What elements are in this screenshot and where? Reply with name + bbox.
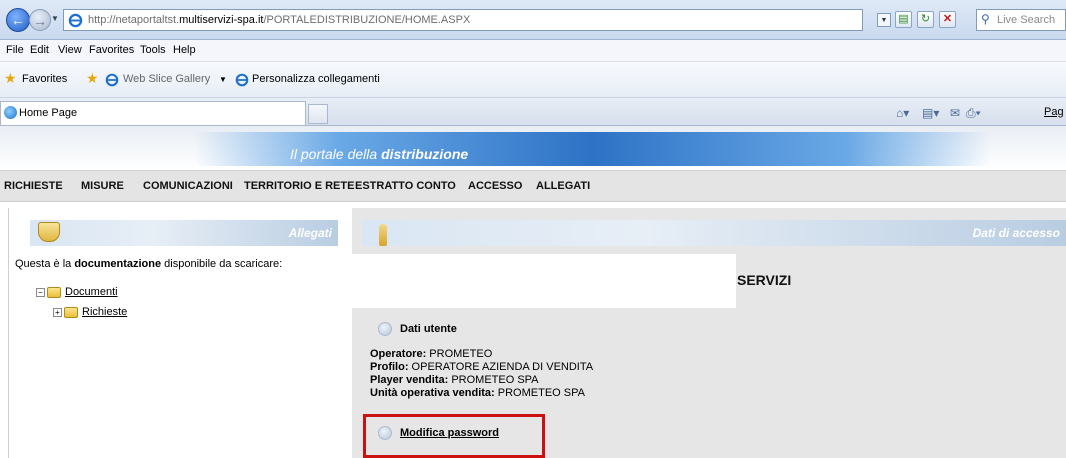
- portal-banner: Il portale della distribuzione: [0, 126, 1066, 170]
- expand-icon[interactable]: +: [53, 307, 62, 317]
- field-unita-operativa: Unità operativa vendita: PROMETEO SPA: [370, 387, 585, 399]
- main-navigation: RICHIESTE MISURE COMUNICAZIONI TERRITORI…: [0, 170, 1066, 202]
- menu-favorites[interactable]: Favorites: [89, 44, 134, 56]
- nav-comunicazioni[interactable]: COMUNICAZIONI: [143, 180, 233, 192]
- stop-icon[interactable]: ✕: [939, 11, 956, 28]
- print-icon[interactable]: ⎙▾: [966, 106, 981, 121]
- web-slice-dropdown-icon[interactable]: ▼: [219, 75, 227, 84]
- tab-title: Home Page: [19, 107, 78, 119]
- ie-page-icon: [68, 13, 83, 28]
- personalize-ie-icon: [235, 73, 249, 87]
- tree-item-documenti[interactable]: − Documenti: [36, 286, 118, 298]
- folder-icon: [47, 286, 61, 298]
- menu-edit[interactable]: Edit: [30, 44, 49, 56]
- menu-help[interactable]: Help: [173, 44, 196, 56]
- web-slice-ie-icon: [105, 73, 119, 87]
- globe-icon: [4, 106, 17, 119]
- page-menu[interactable]: Pag: [1044, 106, 1064, 118]
- user-data-section: Dati utente: [378, 322, 457, 336]
- attachments-header: Allegati: [30, 220, 338, 246]
- nav-misure[interactable]: MISURE: [81, 180, 124, 192]
- home-icon[interactable]: ⌂▾: [896, 106, 909, 120]
- mail-icon[interactable]: ✉: [950, 106, 960, 120]
- url-text: http://netaportaltst.multiservizi-spa.it…: [88, 14, 471, 26]
- favorites-button[interactable]: Favorites: [22, 73, 67, 85]
- tree-item-richieste[interactable]: + Richieste: [53, 306, 127, 318]
- new-tab-button[interactable]: [308, 104, 328, 124]
- personalize-links[interactable]: Personalizza collegamenti: [252, 73, 380, 85]
- nav-estratto-conto[interactable]: ESTRATTO CONTO: [355, 180, 456, 192]
- nav-allegati[interactable]: ALLEGATI: [536, 180, 590, 192]
- access-data-header: Dati di accesso: [362, 220, 1066, 246]
- access-data-title: Dati di accesso: [972, 226, 1060, 240]
- search-placeholder: Live Search: [997, 14, 1056, 26]
- tab-home-page[interactable]: Home Page: [0, 101, 306, 125]
- menu-bar: File Edit View Favorites Tools Help: [0, 40, 1066, 62]
- menu-file[interactable]: File: [6, 44, 24, 56]
- favorites-bar: ★ Favorites ★ Web Slice Gallery ▼ Person…: [0, 62, 1066, 98]
- folder-icon: [64, 306, 78, 318]
- forward-arrow-icon[interactable]: →: [29, 9, 51, 31]
- attachments-title: Allegati: [288, 226, 332, 240]
- field-player-vendita: Player vendita: PROMETEO SPA: [370, 374, 539, 386]
- menu-view[interactable]: View: [58, 44, 82, 56]
- portal-title: Il portale della distribuzione: [290, 146, 469, 162]
- nav-territorio-e-rete[interactable]: TERRITORIO E RETE: [244, 180, 354, 192]
- user-icon: [379, 224, 387, 246]
- shield-icon: [38, 222, 60, 242]
- search-icon: ⚲: [981, 12, 990, 26]
- url-field[interactable]: http://netaportaltst.multiservizi-spa.it…: [63, 9, 863, 31]
- add-favorites-icon[interactable]: ★: [86, 70, 99, 87]
- refresh-icon[interactable]: ↻: [917, 11, 934, 28]
- services-title: SERVIZI: [737, 272, 792, 288]
- live-search-field[interactable]: ⚲ Live Search: [976, 9, 1066, 31]
- collapse-icon[interactable]: −: [36, 287, 45, 297]
- feeds-icon[interactable]: ▤▾: [922, 106, 939, 120]
- nav-accesso[interactable]: ACCESSO: [468, 180, 522, 192]
- field-operatore: Operatore: PROMETEO: [370, 348, 493, 360]
- attachments-intro: Questa è la documentazione disponibile d…: [15, 258, 283, 270]
- compatibility-view-icon[interactable]: ▤: [895, 11, 912, 28]
- favorites-star-icon: ★: [4, 70, 17, 86]
- web-slice-gallery-link[interactable]: Web Slice Gallery: [123, 73, 210, 85]
- check-icon: [378, 322, 392, 336]
- nav-richieste[interactable]: RICHIESTE: [4, 180, 63, 192]
- field-profilo: Profilo: OPERATORE AZIENDA DI VENDITA: [370, 361, 594, 373]
- url-dropdown-icon[interactable]: ▼: [877, 13, 891, 27]
- menu-tools[interactable]: Tools: [140, 44, 166, 56]
- highlight-box: [363, 414, 545, 458]
- services-box: [302, 254, 736, 308]
- history-dropdown-icon[interactable]: ▼: [51, 14, 59, 23]
- browser-address-bar: ← → ▼ http://netaportaltst.multiservizi-…: [0, 0, 1066, 40]
- back-arrow-icon[interactable]: ←: [6, 8, 30, 32]
- user-data-label: Dati utente: [400, 322, 457, 335]
- tree-label-documenti[interactable]: Documenti: [65, 286, 118, 298]
- tree-label-richieste[interactable]: Richieste: [82, 306, 127, 318]
